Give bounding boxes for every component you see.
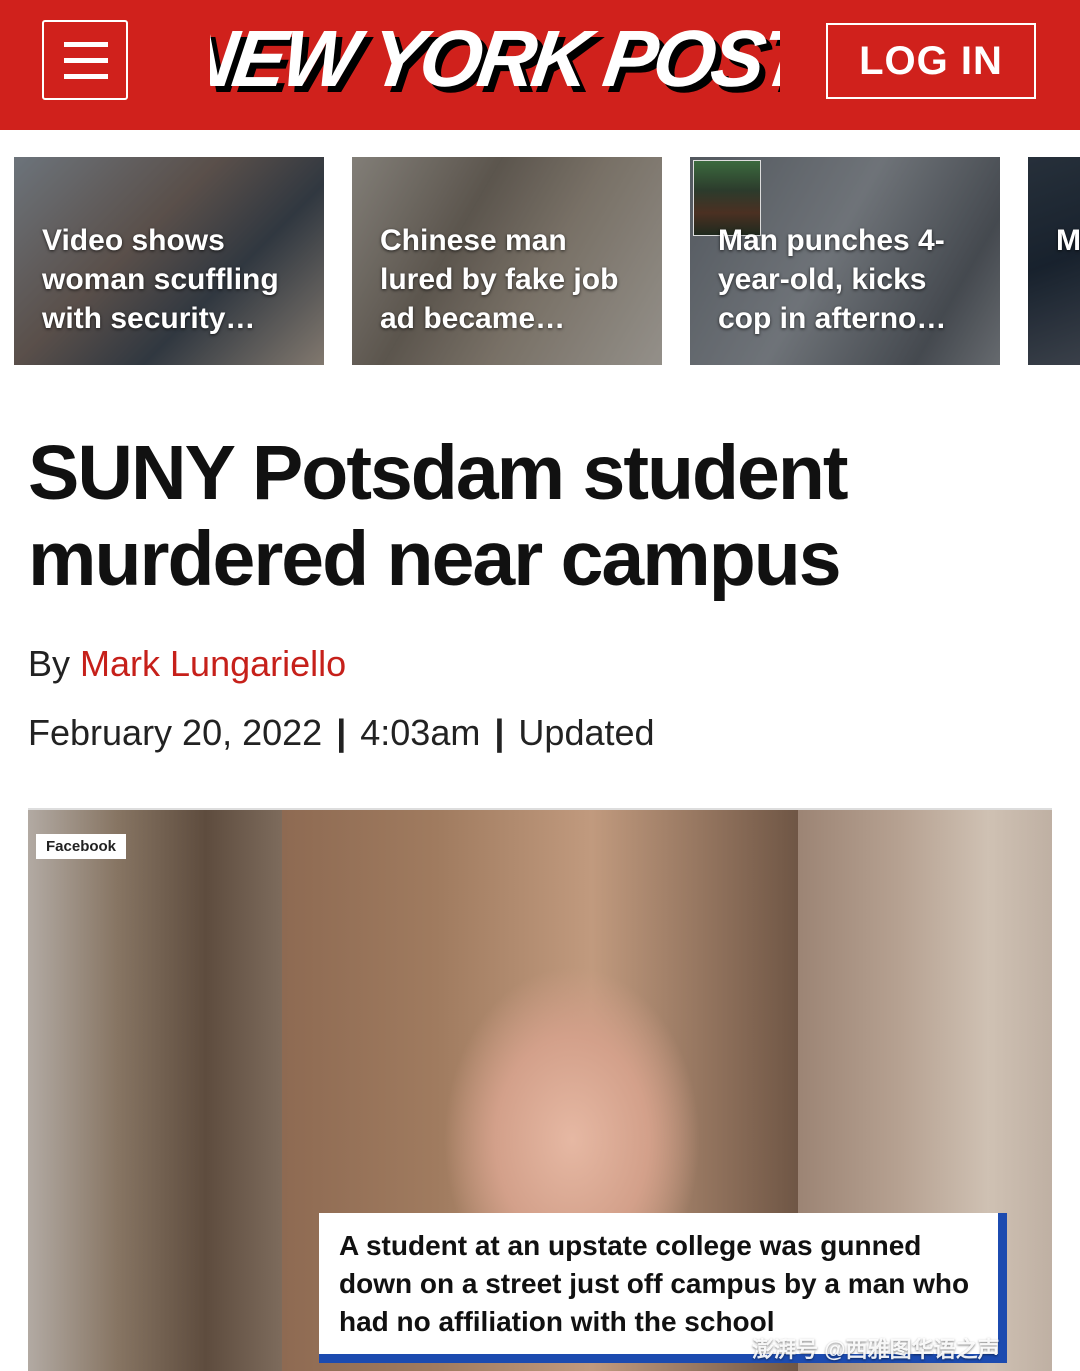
byline-prefix: By <box>28 643 71 684</box>
photo-credit: Facebook <box>36 834 127 859</box>
dateline: February 20, 2022 | 4:03am | Updated <box>28 712 655 754</box>
article-headline: SUNY Potsdam student murdered near campu… <box>28 430 849 602</box>
related-stories-carousel: Video shows woman scuffling with securit… <box>0 157 1080 365</box>
story-title: Man punches 4-year-old, kicks cop in aft… <box>718 224 947 335</box>
menu-button[interactable] <box>42 20 128 100</box>
publish-date: February 20, 2022 <box>28 712 323 753</box>
menu-icon <box>64 42 108 47</box>
divider: | <box>336 712 347 753</box>
divider: | <box>494 712 505 753</box>
updated-label: Updated <box>518 712 655 753</box>
site-header: NEW YORK POST NEW YORK POST LOG IN <box>0 0 1080 130</box>
story-title: M ar le <box>1056 224 1080 257</box>
story-card[interactable]: Chinese man lured by fake job ad became… <box>352 157 662 365</box>
author-link[interactable]: Mark Lungariello <box>80 643 346 684</box>
login-button[interactable]: LOG IN <box>826 23 1036 99</box>
watermark: 澎湃号 @西雅图华语之声 <box>752 1337 1000 1362</box>
site-logo[interactable]: NEW YORK POST NEW YORK POST <box>210 8 780 108</box>
publish-time: 4:03am <box>360 712 481 753</box>
story-title: Chinese man lured by fake job ad became… <box>380 224 619 335</box>
article-photo[interactable]: Facebook A student at an upstate college… <box>28 808 1052 1371</box>
story-card[interactable]: Video shows woman scuffling with securit… <box>14 157 324 365</box>
story-title: Video shows woman scuffling with securit… <box>42 224 279 335</box>
svg-text:NEW YORK POST: NEW YORK POST <box>210 14 780 104</box>
story-card[interactable]: Man punches 4-year-old, kicks cop in aft… <box>690 157 1000 365</box>
byline: By Mark Lungariello <box>28 643 346 685</box>
story-card[interactable]: M ar le <box>1028 157 1080 365</box>
